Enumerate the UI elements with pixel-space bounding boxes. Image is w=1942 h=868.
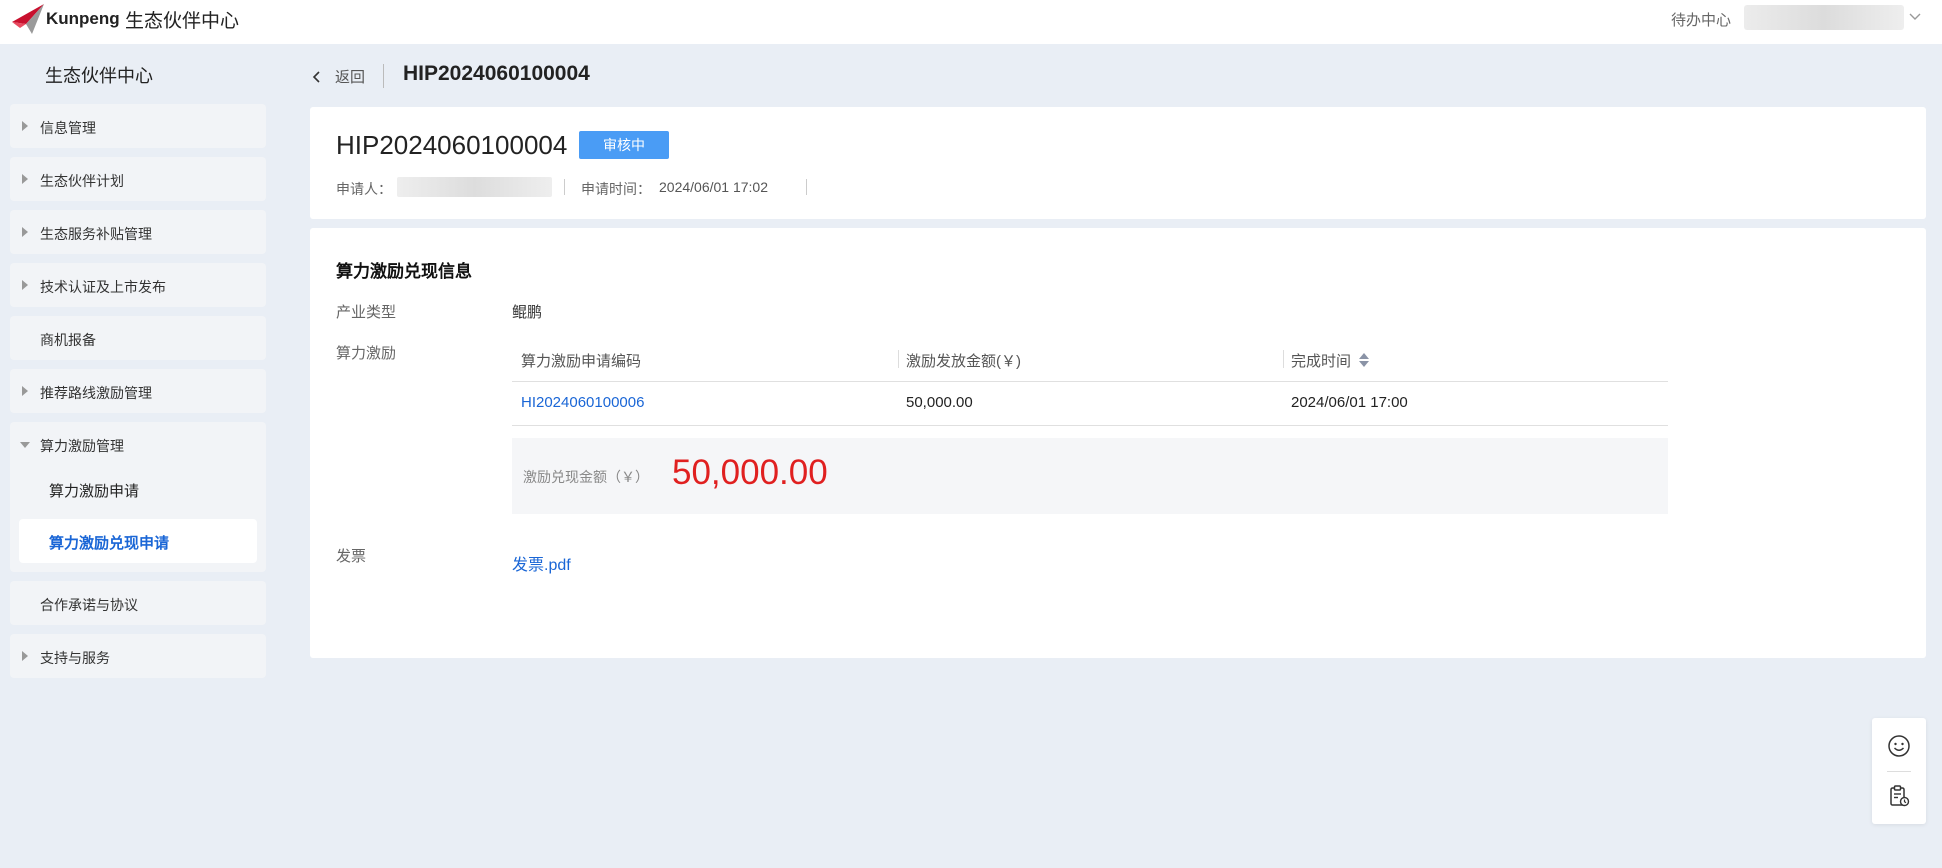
caret-right-icon	[22, 386, 28, 396]
back-arrow-icon[interactable]	[311, 70, 323, 84]
sidebar-subitem-label: 算力激励兑现申请	[49, 535, 170, 552]
page-title: HIP2024060100004	[403, 62, 590, 85]
sidebar-item-label: 信息管理	[40, 120, 96, 136]
section-title: 算力激励兑现信息	[336, 262, 472, 281]
invoice-label: 发票	[336, 548, 367, 565]
app-title[interactable]: 生态伙伴中心	[125, 6, 239, 33]
table-cell-code-link[interactable]: HI2024060100006	[521, 394, 644, 411]
apply-time-value: 2024/06/01 17:02	[659, 179, 768, 195]
application-summary-card: HIP2024060100004 审核中 申请人： 申请时间： 2024/06/…	[310, 107, 1926, 219]
top-bar: Kunpeng 生态伙伴中心 待办中心	[0, 0, 1942, 44]
clipboard-icon[interactable]	[1887, 784, 1911, 808]
sidebar-item-info-management[interactable]: 信息管理	[10, 104, 266, 148]
sidebar-item-label: 支持与服务	[40, 650, 110, 666]
redemption-total-box: 激励兑现金额（￥） 50,000.00	[512, 438, 1668, 514]
column-divider	[1283, 350, 1284, 368]
todo-center-link[interactable]: 待办中心	[1671, 9, 1731, 30]
caret-right-icon	[22, 651, 28, 661]
caret-down-icon[interactable]	[20, 442, 30, 448]
sidebar-group-compute-incentive: 算力激励管理 算力激励申请 算力激励兑现申请	[10, 422, 266, 572]
sidebar-item-opportunity[interactable]: 商机报备	[10, 316, 266, 360]
back-button[interactable]: 返回	[335, 66, 365, 87]
sidebar-item-label[interactable]: 算力激励管理	[40, 436, 124, 456]
sidebar-item-partner-plan[interactable]: 生态伙伴计划	[10, 157, 266, 201]
brand-name[interactable]: Kunpeng	[46, 9, 120, 29]
redemption-total-label: 激励兑现金额（￥）	[523, 469, 649, 485]
floating-toolbar	[1872, 718, 1926, 824]
toolbar-divider	[1887, 771, 1911, 772]
table-cell-amount: 50,000.00	[906, 394, 973, 411]
sidebar-item-label: 推荐路线激励管理	[40, 385, 152, 401]
breadcrumb-divider	[383, 64, 384, 88]
sidebar-item-label: 商机报备	[40, 332, 96, 348]
applicant-name-redacted	[397, 177, 552, 197]
redemption-total-amount: 50,000.00	[672, 453, 828, 492]
table-cell-time: 2024/06/01 17:00	[1291, 394, 1408, 411]
sidebar-item-subsidy[interactable]: 生态服务补贴管理	[10, 210, 266, 254]
table-header-code: 算力激励申请编码	[521, 353, 642, 370]
sidebar-title: 生态伙伴中心	[45, 66, 153, 86]
chevron-down-icon[interactable]	[1908, 9, 1922, 23]
sidebar-item-label: 合作承诺与协议	[40, 597, 138, 613]
meta-divider	[564, 179, 565, 195]
sort-icon[interactable]	[1358, 351, 1370, 369]
sidebar-item-agreement[interactable]: 合作承诺与协议	[10, 581, 266, 625]
caret-right-icon	[22, 174, 28, 184]
table-row-divider	[512, 425, 1668, 426]
caret-right-icon	[22, 227, 28, 237]
table-header-amount: 激励发放金额(￥)	[906, 353, 1021, 370]
caret-right-icon	[22, 121, 28, 131]
user-account-menu[interactable]	[1744, 5, 1904, 30]
sidebar-subitem-compute-apply[interactable]: 算力激励申请	[49, 480, 139, 501]
sidebar-subitem-compute-redeem[interactable]: 算力激励兑现申请	[19, 519, 257, 563]
column-divider	[898, 350, 899, 368]
table-header-time[interactable]: 完成时间	[1291, 350, 1351, 371]
status-badge: 审核中	[579, 131, 669, 159]
smile-icon[interactable]	[1887, 734, 1911, 758]
compute-incentive-label: 算力激励	[336, 345, 397, 362]
industry-type-label: 产业类型	[336, 304, 397, 321]
meta-divider	[806, 179, 807, 195]
industry-type-value: 鲲鹏	[512, 304, 543, 321]
sidebar-item-certification[interactable]: 技术认证及上市发布	[10, 263, 266, 307]
apply-time-label: 申请时间：	[581, 181, 651, 197]
invoice-file-link[interactable]: 发票.pdf	[512, 551, 571, 575]
sidebar-item-route-incentive[interactable]: 推荐路线激励管理	[10, 369, 266, 413]
application-id: HIP2024060100004	[336, 130, 568, 160]
sidebar-item-label: 生态伙伴计划	[40, 173, 124, 189]
table-header-divider	[512, 381, 1668, 382]
sidebar-item-label: 技术认证及上市发布	[40, 279, 166, 295]
sidebar-item-label: 生态服务补贴管理	[40, 226, 152, 242]
kunpeng-logo-icon[interactable]	[10, 2, 46, 36]
applicant-label: 申请人：	[336, 181, 392, 197]
redemption-detail-card: 算力激励兑现信息 产业类型 鲲鹏 算力激励 算力激励申请编码 激励发放金额(￥)…	[310, 228, 1926, 658]
caret-right-icon	[22, 280, 28, 290]
sidebar-item-support[interactable]: 支持与服务	[10, 634, 266, 678]
